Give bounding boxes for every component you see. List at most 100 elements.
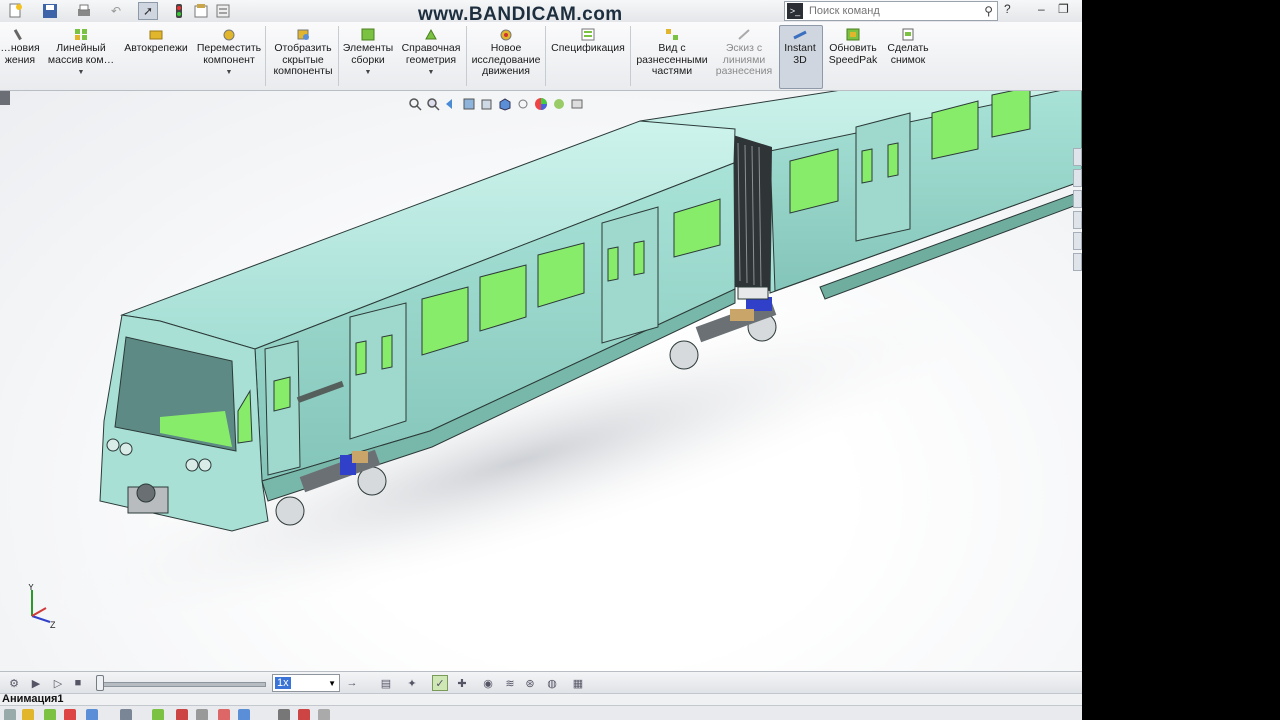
update-speedpak-button[interactable]: Обновить SpeedPak <box>824 28 882 66</box>
smart-fasteners-button[interactable]: Автокрепежи <box>120 28 192 55</box>
motion-manager-toolbar: ⚙ ▶ ▷ ■ 1x ▼ → ▤ ✦ ✓ ✚ ◉ ≋ ⊛ ◍ ▦ <box>0 671 1082 694</box>
previous-view-icon[interactable] <box>444 97 458 111</box>
restore-button[interactable]: ❐ <box>1058 2 1069 16</box>
speedpak-icon <box>846 28 860 41</box>
search-icon[interactable]: ⚲ <box>984 4 993 18</box>
rebuild-icon[interactable] <box>172 2 186 20</box>
save-icon[interactable] <box>40 2 60 20</box>
linear-pattern-button[interactable]: Линейный массив ком… ▼ <box>46 28 116 79</box>
search-input[interactable] <box>807 4 961 18</box>
exploded-view-button[interactable]: Вид с разнесенными частями <box>634 28 710 78</box>
graphics-area[interactable] <box>0 70 1082 671</box>
chevron-down-icon[interactable]: ▼ <box>428 67 435 79</box>
heads-up-view-toolbar <box>408 96 584 112</box>
playback-speed-value: 1x <box>275 677 291 689</box>
motion-study-icon <box>499 28 513 41</box>
play-icon[interactable]: ▷ <box>50 675 66 691</box>
record-icon[interactable] <box>298 709 310 720</box>
zoom-to-area-icon[interactable] <box>426 97 440 111</box>
autokey-icon[interactable]: ✓ <box>432 675 448 691</box>
settings-icon[interactable] <box>318 709 330 720</box>
print-icon[interactable] <box>74 2 94 20</box>
contact-icon[interactable]: ⊛ <box>522 675 538 691</box>
feature-tree-toggle[interactable] <box>0 91 10 105</box>
component-icon[interactable] <box>120 709 132 720</box>
ribbon-divider <box>466 26 467 86</box>
coupler <box>127 483 169 514</box>
chevron-down-icon[interactable]: ▼ <box>365 67 372 79</box>
letterbox-bar <box>1082 0 1280 720</box>
appearances-tab[interactable] <box>1073 232 1082 250</box>
animation-wizard-button[interactable]: …новия жения <box>0 28 44 66</box>
play-from-start-icon[interactable]: ▶ <box>28 675 44 691</box>
train-model[interactable] <box>0 70 1082 671</box>
chevron-down-icon[interactable]: ▼ <box>78 67 85 79</box>
file-explorer-tab[interactable] <box>1073 190 1082 208</box>
section-view-icon[interactable] <box>462 97 476 111</box>
reference-geometry-button[interactable]: Справочная геометрия ▼ <box>398 28 464 79</box>
assembly-features-button[interactable]: Элементы сборки ▼ <box>340 28 396 79</box>
motor-icon[interactable]: ◉ <box>480 675 496 691</box>
zoom-to-fit-icon[interactable] <box>408 97 422 111</box>
view-settings-icon[interactable] <box>570 97 584 111</box>
view-orientation-icon[interactable] <box>480 97 494 111</box>
command-search[interactable]: >_ ⚲ <box>784 1 998 21</box>
chevron-down-icon[interactable]: ▼ <box>226 67 233 79</box>
tree-icon[interactable] <box>4 709 16 720</box>
stop-icon[interactable]: ■ <box>70 675 86 691</box>
help-icon[interactable]: ? <box>1004 2 1011 16</box>
apply-scene-icon[interactable] <box>552 97 566 111</box>
bom-icon <box>581 28 595 41</box>
reference-triad: Y Z <box>24 582 64 630</box>
warning-icon[interactable] <box>22 709 34 720</box>
instant-3d-button[interactable]: Instant 3D <box>779 28 821 66</box>
custom-properties-tab[interactable] <box>1073 253 1082 271</box>
light-icon[interactable] <box>238 709 250 720</box>
add-key-icon[interactable]: ✚ <box>454 675 470 691</box>
new-document-icon[interactable] <box>6 2 26 20</box>
view-icon[interactable] <box>86 709 98 720</box>
select-pointer-icon[interactable]: ➚ <box>138 2 158 20</box>
camera-icon[interactable] <box>218 709 230 720</box>
part-icon[interactable] <box>152 709 164 720</box>
playback-slider-handle[interactable] <box>96 675 104 691</box>
file-properties-icon[interactable] <box>192 2 210 20</box>
animation-wizard-icon[interactable]: ✦ <box>404 675 420 691</box>
undo-icon[interactable]: ↶ <box>106 2 126 20</box>
chevron-down-icon[interactable]: ▼ <box>328 679 336 688</box>
command-manager: …новия жения Линейный массив ком… ▼ Авто… <box>0 22 1082 91</box>
new-motion-study-button[interactable]: Новое исследование движения <box>468 28 544 78</box>
show-hidden-icon <box>296 28 310 41</box>
bill-of-materials-button[interactable]: Спецификация <box>548 28 628 55</box>
take-snapshot-button[interactable]: Сделать снимок <box>884 28 932 66</box>
hide-icon[interactable] <box>196 709 208 720</box>
playback-slider[interactable] <box>96 682 266 687</box>
tab-animation1[interactable]: Анимация1 <box>2 693 64 705</box>
fastener-icon <box>149 28 163 41</box>
resources-tab[interactable] <box>1073 148 1082 166</box>
design-library-tab[interactable] <box>1073 169 1082 187</box>
move-component-button[interactable]: Переместить компонент ▼ <box>194 28 264 79</box>
mate-icon[interactable] <box>44 709 56 720</box>
command-prompt-icon: >_ <box>787 3 803 19</box>
suppress-icon[interactable] <box>176 709 188 720</box>
spring-icon[interactable]: ≋ <box>502 675 518 691</box>
exploded-view-icon <box>665 28 679 41</box>
status-bar <box>0 705 1082 720</box>
edit-appearance-icon[interactable] <box>534 97 548 111</box>
playback-mode-icon[interactable]: → <box>344 675 360 691</box>
save-animation-icon[interactable]: ▤ <box>378 675 394 691</box>
minimize-button[interactable]: – <box>1038 2 1045 16</box>
display-style-icon[interactable] <box>498 97 512 111</box>
show-hidden-components-button[interactable]: Отобразить скрытые компоненты <box>269 28 337 78</box>
view-palette-tab[interactable] <box>1073 211 1082 229</box>
playback-speed-select[interactable]: 1x ▼ <box>272 674 340 692</box>
filter-icon[interactable] <box>64 709 76 720</box>
explode-line-sketch-button[interactable]: Эскиз с линиями разнесения <box>712 28 776 78</box>
gravity-icon[interactable]: ◍ <box>544 675 560 691</box>
hide-show-items-icon[interactable] <box>516 97 530 111</box>
calculate-icon[interactable]: ⚙ <box>6 675 22 691</box>
key-icon[interactable] <box>278 709 290 720</box>
results-plots-icon[interactable]: ▦ <box>570 675 586 691</box>
options-icon[interactable] <box>212 2 234 20</box>
